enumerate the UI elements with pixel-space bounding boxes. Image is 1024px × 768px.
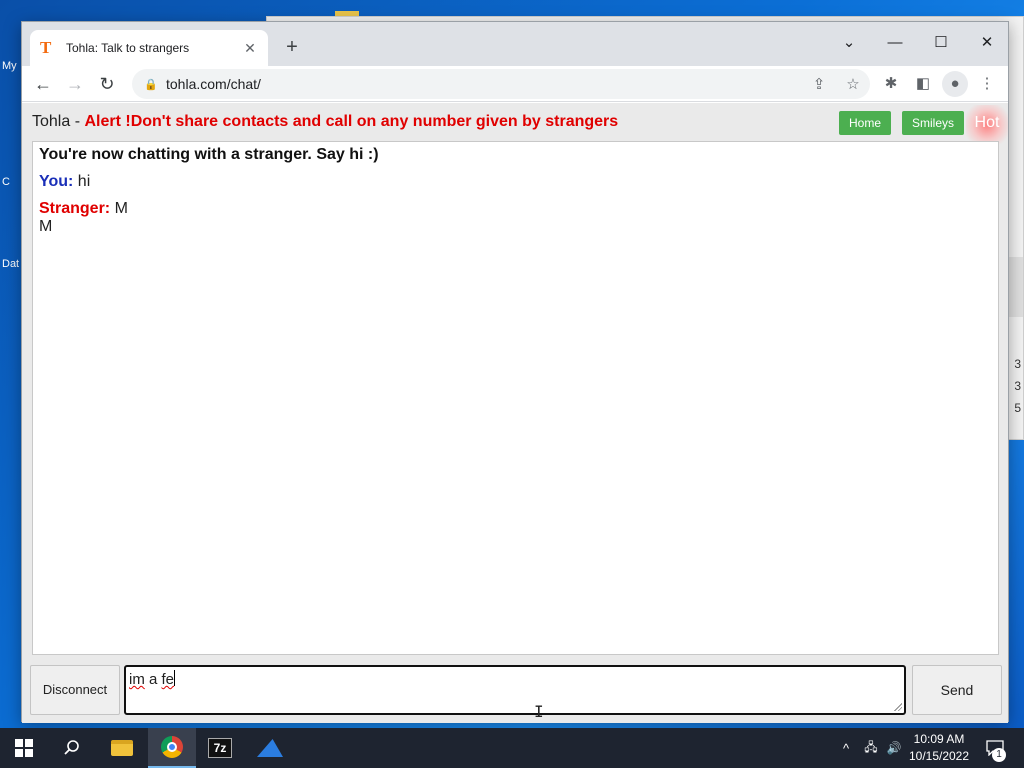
address-bar[interactable]: 🔒 tohla.com/chat/ ⇪ ☆ [132, 69, 870, 99]
input-word-misspelled: im [129, 671, 145, 688]
volume-icon[interactable]: 🔊 [884, 728, 904, 768]
lock-icon[interactable]: 🔒 [144, 78, 158, 91]
home-button[interactable]: Home [839, 111, 892, 135]
start-button[interactable] [0, 728, 48, 768]
share-icon[interactable]: ⇪ [802, 75, 836, 93]
clock-time: 10:09 AM [913, 732, 965, 746]
browser-toolbar: ← → ↻ 🔒 tohla.com/chat/ ⇪ ☆ ✱ ◧ ● ⋮ [22, 66, 1008, 102]
wireshark-icon [257, 739, 283, 757]
close-window-button[interactable]: ✕ [964, 28, 1010, 58]
tab-title: Tohla: Talk to strangers [66, 41, 190, 55]
chrome-taskbar-button[interactable] [148, 728, 196, 768]
chat-controls: Disconnect im a fe Send [22, 663, 1008, 723]
notifications-icon[interactable]: 1 [980, 728, 1010, 768]
disconnect-button[interactable]: Disconnect [30, 665, 120, 715]
forward-button[interactable]: → [62, 71, 88, 97]
profile-avatar-icon[interactable]: ● [942, 71, 968, 97]
desktop-label: Dat [2, 258, 20, 270]
minimize-button[interactable]: — [872, 28, 918, 58]
safety-alert: Alert !Don't share contacts and call on … [84, 113, 619, 130]
clock[interactable]: 10:09 AM 10/15/2022 [904, 731, 974, 765]
message-sender-stranger: Stranger: [39, 200, 111, 217]
message-text: hi [73, 173, 91, 190]
tab-strip: T Tohla: Talk to strangers ✕ + ⌄ — ☐ ✕ [22, 22, 1008, 66]
site-header: Tohla - Alert !Don't share contacts and … [32, 113, 618, 131]
message-text-line2: M [39, 218, 53, 235]
notification-count-badge: 1 [992, 748, 1006, 762]
input-word-misspelled: fe [161, 671, 175, 688]
message-text: M [110, 200, 128, 217]
send-button[interactable]: Send [912, 665, 1002, 715]
message-sender-you: You: [39, 173, 74, 190]
bookmark-star-icon[interactable]: ☆ [836, 75, 870, 93]
windows-logo-icon [15, 739, 33, 757]
tab-tohla[interactable]: T Tohla: Talk to strangers ✕ [30, 30, 268, 66]
network-icon[interactable]: 🖧 [860, 728, 882, 768]
taskbar: 7z ^ 🖧 🔊 10:09 AM 10/15/2022 1 [0, 728, 1024, 768]
desktop-label: My [2, 60, 17, 72]
tohla-favicon-icon: T [40, 38, 52, 57]
tab-search-icon[interactable]: ⌄ [826, 28, 872, 58]
tray-chevron-icon[interactable]: ^ [836, 728, 856, 768]
side-panel-icon[interactable]: ◧ [910, 71, 936, 97]
wireshark-taskbar-button[interactable] [246, 728, 294, 768]
site-brand: Tohla - [32, 113, 85, 130]
folder-icon [111, 740, 133, 756]
reload-button[interactable]: ↻ [94, 71, 120, 97]
chat-log: You're now chatting with a stranger. Say… [32, 141, 999, 655]
url-text[interactable]: tohla.com/chat/ [166, 76, 802, 92]
ibeam-cursor-icon: I [534, 702, 544, 721]
chrome-menu-icon[interactable]: ⋮ [974, 71, 1000, 97]
background-scrollbar [1007, 257, 1023, 317]
back-button[interactable]: ← [30, 71, 56, 97]
tohla-page: Tohla - Alert !Don't share contacts and … [22, 103, 1008, 723]
maximize-button[interactable]: ☐ [918, 28, 964, 58]
chrome-icon [161, 736, 183, 758]
7zip-taskbar-button[interactable]: 7z [196, 728, 244, 768]
message-input[interactable]: im a fe [124, 665, 906, 715]
tab-close-icon[interactable]: ✕ [242, 40, 258, 57]
browser-window: T Tohla: Talk to strangers ✕ + ⌄ — ☐ ✕ ←… [21, 21, 1009, 723]
input-word: a [144, 671, 162, 688]
clock-date: 10/15/2022 [908, 749, 970, 763]
text-caret [174, 670, 176, 686]
desktop-label: C [2, 176, 10, 188]
smileys-button[interactable]: Smileys [902, 111, 965, 135]
7zip-icon: 7z [208, 738, 232, 758]
new-tab-button[interactable]: + [280, 36, 304, 60]
file-explorer-button[interactable] [98, 728, 146, 768]
extensions-icon[interactable]: ✱ [878, 71, 904, 97]
system-message: You're now chatting with a stranger. Say… [39, 146, 379, 163]
chat-message: You: hi [39, 173, 992, 191]
resize-grip-icon[interactable] [894, 703, 902, 711]
search-button[interactable] [48, 728, 96, 768]
chat-message: Stranger: M M [39, 200, 992, 236]
search-icon [64, 740, 79, 755]
